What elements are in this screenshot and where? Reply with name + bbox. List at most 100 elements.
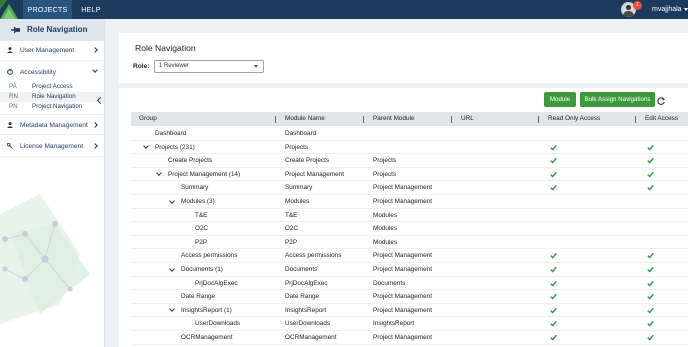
chevron-down-icon[interactable] <box>156 170 162 177</box>
table-row[interactable]: Summary Summary Project Management <box>131 181 688 195</box>
sidebar-subitem-project-access[interactable]: PA Project Access <box>0 82 104 92</box>
decorative-network-graphic <box>0 194 90 324</box>
column-resize-handle[interactable] <box>538 116 539 123</box>
cell-module-name: Create Projects <box>285 157 330 165</box>
table-row[interactable]: P2P P2P Modules <box>131 236 688 250</box>
subitem-abbr: RN <box>9 93 18 100</box>
column-header-group[interactable]: Group <box>139 112 157 126</box>
username-label[interactable]: mvajjhala <box>652 0 682 19</box>
chevron-down-icon[interactable] <box>169 197 175 204</box>
edit-access-check-icon[interactable] <box>647 280 654 287</box>
cell-group: T&E <box>195 211 208 219</box>
app-logo[interactable] <box>0 0 22 19</box>
role-selection-panel: Role Navigation Role: 1 Reviewer <box>119 33 688 83</box>
cell-module-name: O2C <box>285 225 299 233</box>
sidebar-item-label: User Management <box>20 47 75 54</box>
read-only-check-icon[interactable] <box>550 252 557 260</box>
cell-parent-module: Projects <box>373 157 397 165</box>
cell-group: Projects (231) <box>155 143 195 151</box>
cell-module-name: Project Management <box>285 170 344 178</box>
read-only-check-icon[interactable] <box>550 307 557 314</box>
bulk-assign-navigations-button[interactable]: Bulk Assign Navigations <box>580 92 655 107</box>
table-row[interactable]: OCRManagement OCRManagement Project Manage… <box>131 331 688 345</box>
edit-access-check-icon[interactable] <box>647 293 654 300</box>
edit-access-check-icon[interactable] <box>647 157 654 164</box>
cell-module-name: InsightsReport <box>285 306 327 314</box>
chevron-down-icon[interactable] <box>684 8 688 11</box>
edit-access-check-icon[interactable] <box>647 334 654 341</box>
table-row[interactable]: InsightsReport (1) InsightsReport Project … <box>131 304 688 318</box>
sidebar-item-label: License Management <box>20 143 84 150</box>
refresh-icon[interactable] <box>656 96 666 106</box>
sidebar-item-accessibility[interactable]: Accessibility <box>0 62 104 83</box>
table-row[interactable]: Projects (231) Projects <box>131 141 688 155</box>
chevron-down-icon <box>92 67 98 73</box>
read-only-check-icon[interactable] <box>550 144 557 151</box>
chevron-down-icon[interactable] <box>169 306 175 313</box>
chevron-right-icon <box>92 143 98 149</box>
sidebar-item-metadata-management[interactable]: Metadata Management <box>0 114 104 135</box>
accessibility-icon <box>7 69 13 75</box>
table-row[interactable]: O2C O2C Modules <box>131 222 688 236</box>
column-header-edit-access[interactable]: Edit Access <box>645 112 688 126</box>
cell-group: Modules (3) <box>181 198 215 205</box>
table-row[interactable]: Modules (3) Modules Project Management <box>131 195 688 209</box>
role-select-value: 1 Reviewer <box>159 63 190 69</box>
table-row[interactable]: PrjDocAlgExec PrjDocAlgExec Documents <box>131 277 688 291</box>
table-row[interactable]: T&E T&E Modules <box>131 209 688 223</box>
column-resize-handle[interactable] <box>275 116 276 123</box>
column-resize-handle[interactable] <box>635 116 636 123</box>
tab-help[interactable]: HELP <box>74 0 108 19</box>
column-resize-handle[interactable] <box>363 116 364 123</box>
read-only-check-icon[interactable] <box>550 184 557 192</box>
sidebar-item-label: Metadata Management <box>20 122 88 129</box>
cell-parent-module: Project Management <box>373 306 432 314</box>
edit-access-check-icon[interactable] <box>647 171 654 178</box>
column-resize-handle[interactable] <box>451 116 452 123</box>
sidebar-subitem-project-navigation[interactable]: PN Project Navigation <box>0 102 104 112</box>
column-header-read-only-access[interactable]: Read Only Access <box>548 112 600 126</box>
column-header-parent-module[interactable]: Parent Module <box>373 112 415 126</box>
table-row[interactable]: Create Projects Create Projects Projects <box>131 154 688 168</box>
key-icon <box>7 143 13 149</box>
read-only-check-icon[interactable] <box>550 157 557 164</box>
module-button[interactable]: Module <box>544 92 576 107</box>
cell-module-name: OCRManagement <box>285 334 337 341</box>
edit-access-check-icon[interactable] <box>647 144 654 151</box>
notification-badge[interactable]: 1 <box>633 1 642 10</box>
sidebar-subitem-role-navigation[interactable]: RN Role Navigation <box>0 92 104 102</box>
table-row[interactable]: UserDownloads UserDownloads InsightsReport <box>131 317 688 331</box>
table-row[interactable]: Documents (1) Documents Project Management <box>131 263 688 277</box>
read-only-check-icon[interactable] <box>550 320 557 328</box>
read-only-check-icon[interactable] <box>550 334 557 341</box>
column-header-url[interactable]: URL <box>461 112 474 126</box>
sidebar-item-license-management[interactable]: License Management <box>0 136 104 157</box>
read-only-check-icon[interactable] <box>550 171 557 178</box>
table-row[interactable]: Access permissions Access permissions Proj… <box>131 249 688 263</box>
column-header-module-name[interactable]: Module Name <box>285 112 325 126</box>
cell-group: Date Range <box>181 293 216 301</box>
cell-group: Create Projects <box>168 157 213 165</box>
pin-icon[interactable] <box>11 26 20 34</box>
chevron-down-icon[interactable] <box>169 265 175 272</box>
grid-header: Group Module Name Parent Module URL Read… <box>131 112 688 126</box>
tab-projects[interactable]: PROJECTS <box>23 0 72 19</box>
sidebar-item-user-management[interactable]: User Management <box>0 40 104 61</box>
chevron-right-icon <box>92 122 98 128</box>
edit-access-check-icon[interactable] <box>647 320 654 328</box>
table-row[interactable]: Project Management (14) Project Managemen… <box>131 168 688 182</box>
table-row[interactable]: Dashboard Dashboard <box>131 127 688 141</box>
read-only-check-icon[interactable] <box>550 293 557 300</box>
user-icon <box>7 122 13 128</box>
role-select[interactable]: 1 Reviewer <box>154 60 264 73</box>
table-row[interactable]: Date Range Date Range Project Management <box>131 290 688 304</box>
read-only-check-icon[interactable] <box>550 280 557 287</box>
edit-access-check-icon[interactable] <box>647 184 654 192</box>
subitem-label: Project Navigation <box>32 103 83 110</box>
edit-access-check-icon[interactable] <box>647 266 654 273</box>
read-only-check-icon[interactable] <box>550 266 557 273</box>
role-label: Role: <box>133 63 150 70</box>
edit-access-check-icon[interactable] <box>647 252 654 260</box>
edit-access-check-icon[interactable] <box>647 307 654 314</box>
chevron-down-icon[interactable] <box>143 143 149 149</box>
